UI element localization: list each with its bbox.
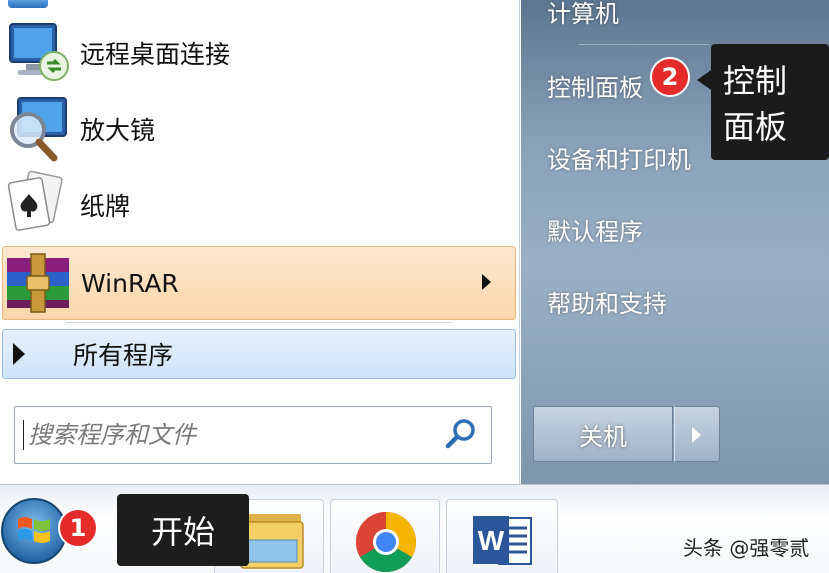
program-label: 放大镜	[80, 116, 156, 145]
magnifier-icon	[4, 94, 74, 164]
svg-text:W: W	[478, 525, 505, 556]
submenu-arrow-icon[interactable]	[482, 274, 491, 290]
search-box[interactable]	[14, 406, 492, 464]
link-computer[interactable]: 计算机	[547, 0, 619, 29]
shutdown-button[interactable]: 关机	[533, 406, 673, 462]
remote-desktop-icon	[4, 18, 74, 88]
annotation-text: 开始	[150, 513, 215, 551]
word-icon: W	[473, 516, 532, 565]
all-programs-label: 所有程序	[73, 341, 174, 370]
program-label: 纸牌	[80, 192, 131, 221]
program-label: WinRAR	[81, 268, 179, 298]
chevron-right-icon	[692, 427, 701, 443]
link-help-support[interactable]: 帮助和支持	[547, 284, 667, 319]
annotation-start: 开始	[117, 494, 249, 566]
solitaire-cards-icon	[4, 170, 74, 240]
annotation-line: 面板	[723, 108, 788, 146]
chrome-icon	[355, 512, 417, 573]
divider	[66, 322, 452, 323]
expand-arrow-icon	[13, 343, 25, 365]
link-control-panel[interactable]: 控制面板	[547, 68, 643, 103]
search-input[interactable]	[28, 421, 441, 449]
program-label: 远程桌面连接	[80, 40, 231, 69]
text-caret	[23, 420, 24, 450]
link-devices-printers[interactable]: 设备和打印机	[547, 140, 691, 175]
step-badge-1: 1	[58, 508, 98, 548]
program-item-solitaire[interactable]: 纸牌	[2, 168, 516, 242]
cut-off-program-icon	[8, 0, 48, 8]
program-item-remote-desktop[interactable]: 远程桌面连接	[2, 16, 516, 90]
shutdown-options-button[interactable]	[674, 406, 720, 462]
taskbar-chrome-button[interactable]	[330, 499, 440, 573]
step-badge-2: 2	[650, 57, 690, 97]
winrar-icon	[5, 248, 75, 318]
program-item-magnifier[interactable]: 放大镜	[2, 92, 516, 166]
program-item-winrar[interactable]: WinRAR	[2, 246, 516, 320]
annotation-control-panel: 控制 面板	[697, 44, 829, 160]
start-menu-left-pane: 远程桌面连接 放大镜 纸牌 WinRAR 所有程序 搜索程序和文件	[0, 0, 520, 484]
all-programs-button[interactable]: 所有程序	[2, 329, 516, 379]
annotation-line: 控制	[723, 62, 788, 100]
link-default-programs[interactable]: 默认程序	[547, 212, 643, 247]
taskbar-word-button[interactable]: W	[446, 499, 558, 573]
search-icon[interactable]	[441, 415, 481, 455]
shutdown-label: 关机	[579, 422, 627, 451]
watermark: 头条 @强零贰	[683, 536, 810, 560]
divider	[579, 44, 709, 45]
